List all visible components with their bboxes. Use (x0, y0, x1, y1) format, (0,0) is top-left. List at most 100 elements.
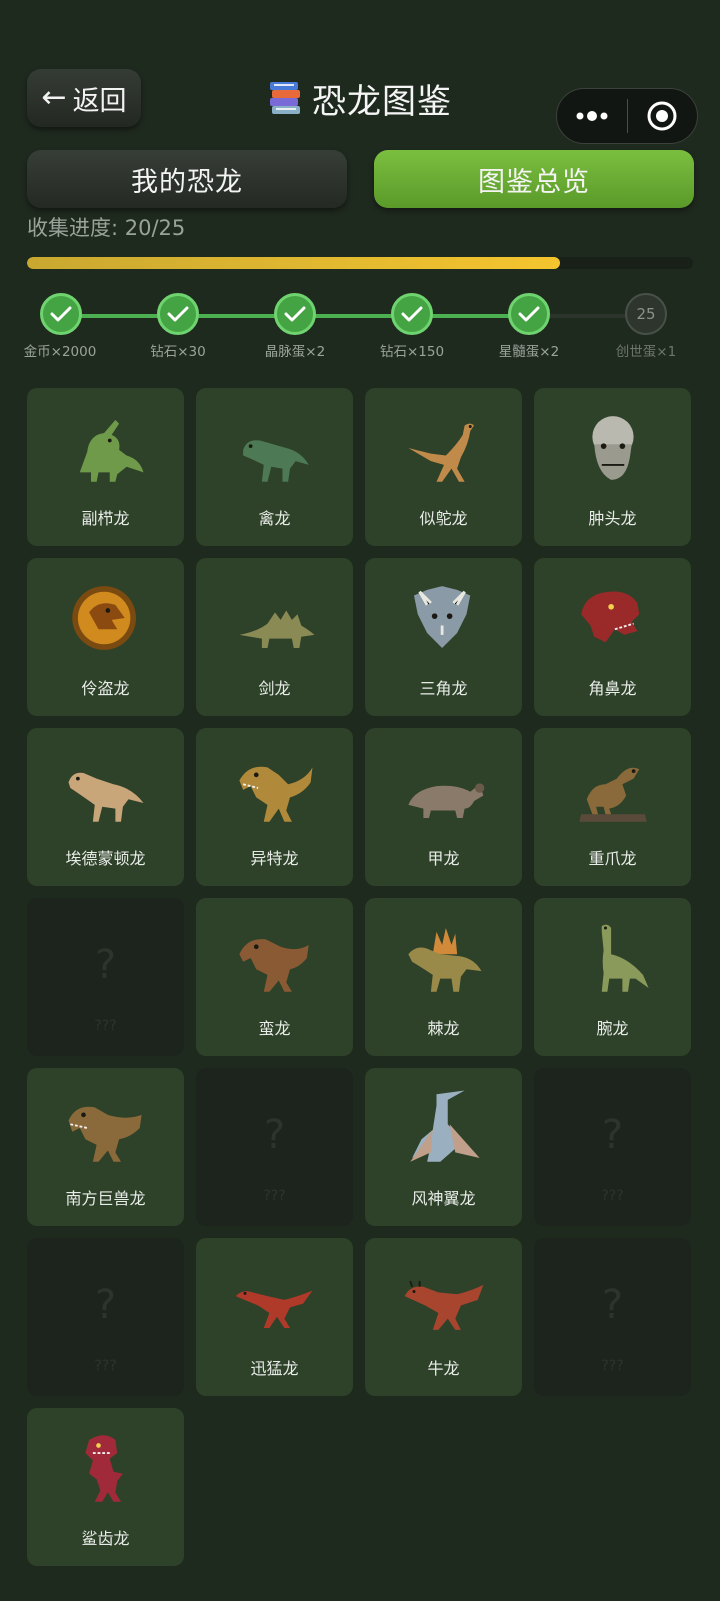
question-mark-icon: ? (94, 1282, 117, 1328)
edmontosaurus-icon (61, 746, 151, 830)
tab-my-dinosaurs[interactable]: 我的恐龙 (27, 150, 347, 208)
dinosaur-name: 剑龙 (258, 679, 291, 698)
dinosaur-card[interactable]: 异特龙 (196, 728, 353, 886)
close-mini-program-button[interactable] (628, 89, 698, 143)
question-mark-icon: ? (94, 942, 117, 988)
milestone-reward-label: 钻石×150 (379, 344, 445, 360)
dinosaur-name: 禽龙 (258, 509, 291, 528)
ankylosaurus-icon (399, 746, 489, 830)
milestone-node[interactable] (391, 293, 433, 335)
milestone-node[interactable] (274, 293, 316, 335)
mini-program-capsule (556, 88, 698, 144)
dinosaur-card[interactable]: 鲨齿龙 (27, 1408, 184, 1566)
collection-progress-label: 收集进度: 20/25 (27, 216, 186, 240)
tab-collection-overview-label: 图鉴总览 (478, 166, 590, 198)
triceratops-icon (399, 576, 489, 660)
dinosaur-card[interactable]: 重爪龙 (534, 728, 691, 886)
dinosaur-name: 三角龙 (419, 679, 468, 698)
milestone-reward-label: 金币×2000 (23, 344, 97, 360)
dinosaur-card[interactable]: 剑龙 (196, 558, 353, 716)
more-options-button[interactable] (557, 89, 627, 143)
ceratosaurus-icon (568, 576, 658, 660)
dinosaur-card[interactable]: 牛龙 (365, 1238, 522, 1396)
dinosaur-name: 腕龙 (596, 1019, 629, 1038)
more-dots-icon (576, 111, 608, 121)
dinosaur-card[interactable]: 埃德蒙顿龙 (27, 728, 184, 886)
dinosaur-name: 南方巨兽龙 (65, 1189, 146, 1208)
dinosaur-name: 角鼻龙 (588, 679, 637, 698)
quetzalcoatlus-icon (399, 1086, 489, 1170)
books-icon (268, 80, 302, 116)
milestone-reward-label: 钻石×30 (150, 344, 206, 360)
dinosaur-card[interactable]: 似鸵龙 (365, 388, 522, 546)
dinosaur-name: ??? (601, 1358, 624, 1374)
brachiosaurus-icon (568, 916, 658, 1000)
milestone-node[interactable]: 25 (625, 293, 667, 335)
dinosaur-card[interactable]: 棘龙 (365, 898, 522, 1056)
dinosaur-card[interactable]: 三角龙 (365, 558, 522, 716)
dinosaur-card[interactable]: 风神翼龙 (365, 1068, 522, 1226)
question-mark-icon: ? (601, 1112, 624, 1158)
locked-dinosaur-card[interactable]: ???? (27, 1238, 184, 1396)
pachycephalosaurus-icon (568, 406, 658, 490)
dinosaur-card[interactable]: 南方巨兽龙 (27, 1068, 184, 1226)
check-icon (284, 306, 306, 322)
tab-my-dinosaurs-label: 我的恐龙 (131, 166, 243, 198)
tab-collection-overview[interactable]: 图鉴总览 (374, 150, 694, 208)
dinosaur-card[interactable]: 蛮龙 (196, 898, 353, 1056)
parasaurolophus-icon (61, 406, 151, 490)
iguanodon-icon (230, 406, 320, 490)
locked-dinosaur-card[interactable]: ???? (196, 1068, 353, 1226)
dinosaur-name: 棘龙 (427, 1019, 460, 1038)
milestone-reward-label: 星髓蛋×2 (498, 344, 560, 360)
locked-dinosaur-card[interactable]: ???? (534, 1068, 691, 1226)
dinosaur-name: ??? (601, 1188, 624, 1204)
milestone-node[interactable] (40, 293, 82, 335)
dinosaur-name: 伶盗龙 (81, 679, 130, 698)
check-icon (401, 306, 423, 322)
baryonyx-icon (568, 746, 658, 830)
dinosaur-card[interactable]: 肿头龙 (534, 388, 691, 546)
dinosaur-card[interactable]: 角鼻龙 (534, 558, 691, 716)
dinosaur-card[interactable]: 迅猛龙 (196, 1238, 353, 1396)
dinosaur-card[interactable]: 腕龙 (534, 898, 691, 1056)
dinosaur-card[interactable]: 副栉龙 (27, 388, 184, 546)
dinosaur-grid: 副栉龙 禽龙 似鸵龙 肿头龙伶盗龙 剑龙 三角龙 角鼻龙埃德蒙顿龙 异特龙 甲龙 重爪龙???? 蛮… (27, 388, 693, 1566)
dinosaur-name: ??? (94, 1358, 117, 1374)
target-close-icon (647, 101, 677, 131)
question-mark-icon: ? (601, 1282, 624, 1328)
check-icon (167, 306, 189, 322)
collection-progress-fill (27, 257, 560, 269)
milestone-node[interactable] (157, 293, 199, 335)
check-icon (518, 306, 540, 322)
milestone-node[interactable] (508, 293, 550, 335)
collection-progress-bar (27, 257, 693, 269)
dinosaur-name: 鲨齿龙 (81, 1529, 130, 1548)
stegosaurus-icon (230, 576, 320, 660)
torvosaurus-icon (230, 916, 320, 1000)
dinosaur-name: 甲龙 (427, 849, 460, 868)
locked-dinosaur-card[interactable]: ???? (534, 1238, 691, 1396)
raptor-icon (230, 1256, 320, 1340)
dinosaur-name: 蛮龙 (258, 1019, 291, 1038)
dinosaur-card[interactable]: 伶盗龙 (27, 558, 184, 716)
giganotosaurus-icon (61, 1086, 151, 1170)
question-mark-icon: ? (263, 1112, 286, 1158)
dinosaur-card[interactable]: 甲龙 (365, 728, 522, 886)
dinosaur-card[interactable]: 禽龙 (196, 388, 353, 546)
carcharodontosaurus-icon (61, 1426, 151, 1510)
dinosaur-name: 迅猛龙 (250, 1359, 299, 1378)
allosaurus-icon (230, 746, 320, 830)
struthiomimus-icon (399, 406, 489, 490)
dinosaur-name: 风神翼龙 (411, 1189, 476, 1208)
milestone-number: 25 (636, 305, 656, 323)
velociraptor-icon (61, 576, 151, 660)
dinosaur-name: ??? (94, 1018, 117, 1034)
locked-dinosaur-card[interactable]: ???? (27, 898, 184, 1056)
dinosaur-name: 牛龙 (427, 1359, 460, 1378)
dinosaur-name: 重爪龙 (588, 849, 637, 868)
milestone-reward-label: 晶脉蛋×2 (264, 344, 326, 360)
dinosaur-name: 埃德蒙顿龙 (65, 849, 146, 868)
dinosaur-name: 肿头龙 (588, 509, 637, 528)
dinosaur-name: 副栉龙 (81, 509, 130, 528)
